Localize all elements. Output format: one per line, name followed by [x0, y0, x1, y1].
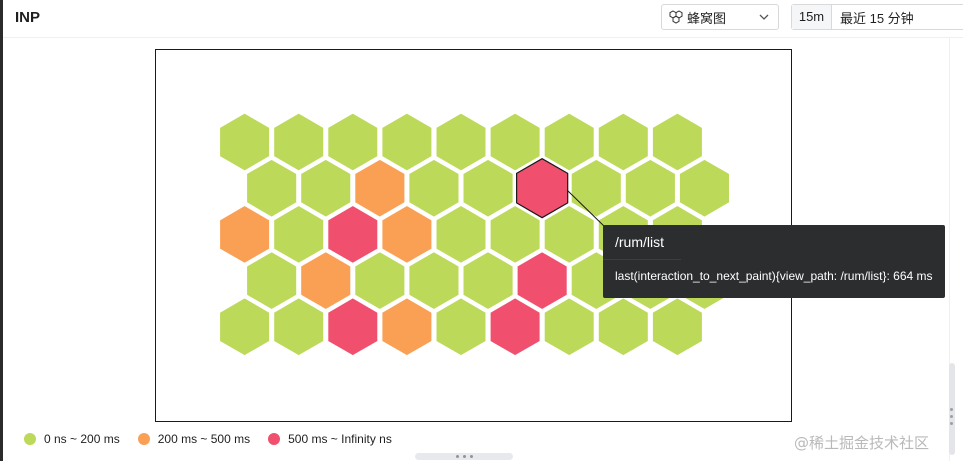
legend-dot-warn — [137, 433, 150, 445]
legend-label-bad: 500 ms ~ Infinity ns — [288, 432, 392, 446]
legend-label-good: 0 ns ~ 200 ms — [44, 432, 120, 446]
legend: 0 ns ~ 200 ms 200 ms ~ 500 ms 500 ms ~ I… — [24, 432, 410, 446]
legend-item-good[interactable]: 0 ns ~ 200 ms — [24, 432, 120, 446]
legend-dot-good — [24, 433, 36, 445]
tooltip: /rum/list last(interaction_to_next_paint… — [603, 225, 945, 298]
legend-dot-bad — [268, 433, 281, 445]
legend-item-warn[interactable]: 200 ms ~ 500 ms — [137, 432, 251, 446]
tooltip-divider — [603, 259, 681, 260]
watermark: @稀土掘金技术社区 — [794, 434, 930, 452]
legend-item-bad[interactable]: 500 ms ~ Infinity ns — [268, 432, 392, 446]
bottom-resize-handle[interactable] — [415, 453, 513, 460]
tooltip-title: /rum/list — [615, 234, 664, 250]
tooltip-body: last(interaction_to_next_paint){view_pat… — [615, 269, 933, 283]
legend-label-warn: 200 ms ~ 500 ms — [157, 432, 251, 446]
